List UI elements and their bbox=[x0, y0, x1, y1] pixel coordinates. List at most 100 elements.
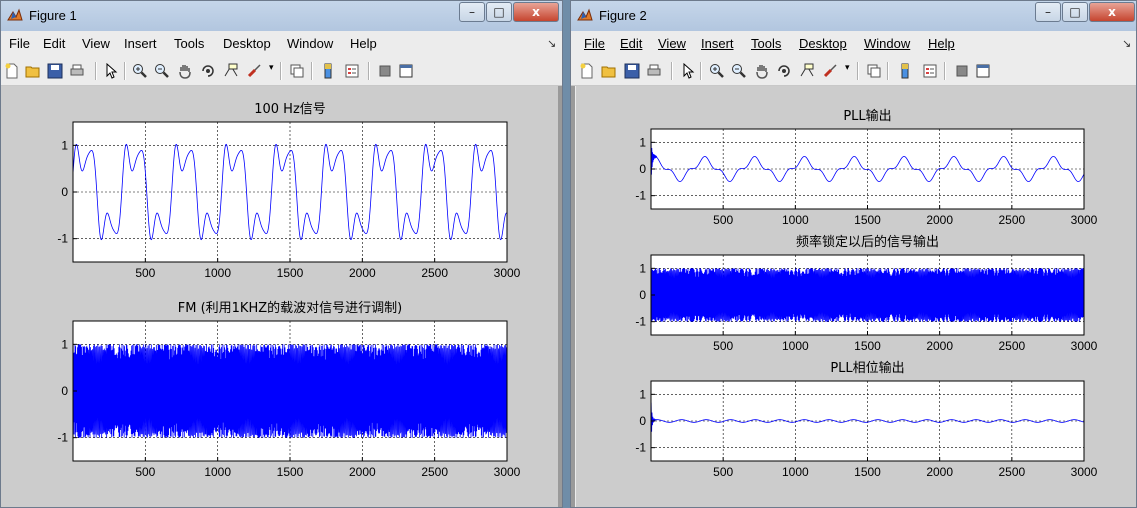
menu-view[interactable]: View bbox=[658, 36, 686, 51]
menu-window[interactable]: Window bbox=[287, 36, 333, 51]
zoom-out-icon[interactable] bbox=[154, 63, 170, 79]
x-tick-label: 2000 bbox=[926, 465, 953, 479]
plot-title: 频率锁定以后的信号输出 bbox=[796, 234, 939, 250]
link-plot-icon[interactable] bbox=[866, 63, 882, 79]
menu-edit[interactable]: Edit bbox=[43, 36, 65, 51]
y-tick-label: 0 bbox=[639, 414, 646, 428]
show-plot-tools-icon[interactable] bbox=[398, 63, 414, 79]
x-tick-label: 1500 bbox=[854, 465, 881, 479]
hide-plot-tools-icon[interactable] bbox=[954, 63, 970, 79]
x-tick-label: 2500 bbox=[998, 213, 1025, 227]
menu-desktop[interactable]: Desktop bbox=[223, 36, 271, 51]
y-tick-label: -1 bbox=[57, 431, 68, 445]
title-bar[interactable]: Figure 1 – □ x bbox=[1, 1, 562, 32]
x-tick-label: 2000 bbox=[926, 339, 953, 353]
new-figure-icon[interactable] bbox=[4, 63, 20, 79]
x-tick-label: 1000 bbox=[204, 465, 231, 479]
x-tick-label: 1000 bbox=[782, 213, 809, 227]
figure-2-window: Figure 2 – □ x File Edit View Insert Too… bbox=[570, 0, 1137, 508]
brush-icon[interactable] bbox=[822, 63, 838, 79]
close-button[interactable]: x bbox=[1089, 2, 1135, 22]
data-cursor-icon[interactable] bbox=[223, 63, 239, 79]
y-tick-label: -1 bbox=[57, 232, 68, 246]
brush-dropdown-icon[interactable]: ▾ bbox=[269, 63, 274, 73]
plot-title: FM (利用1KHZ的载波对信号进行调制) bbox=[178, 300, 402, 316]
x-tick-label: 1500 bbox=[854, 213, 881, 227]
minimize-button[interactable]: – bbox=[459, 2, 485, 22]
plot-title: PLL相位输出 bbox=[830, 360, 904, 376]
link-plot-icon[interactable] bbox=[289, 63, 305, 79]
figure-1-window: Figure 1 – □ x File Edit View Insert Too… bbox=[0, 0, 563, 508]
axes-1[interactable]: 500 1000 1500 2000 2500 3000 1 0 -1 100 Hz信号 bbox=[57, 102, 520, 280]
menu-tools[interactable]: Tools bbox=[174, 36, 204, 51]
menu-file[interactable]: File bbox=[584, 36, 605, 51]
select-arrow-icon[interactable] bbox=[103, 63, 119, 79]
menu-view[interactable]: View bbox=[82, 36, 110, 51]
brush-dropdown-icon[interactable]: ▾ bbox=[845, 63, 850, 73]
x-tick-label: 2500 bbox=[998, 339, 1025, 353]
y-tick-label: 0 bbox=[61, 185, 68, 199]
figure-toolbar: ▾ bbox=[571, 57, 1136, 86]
zoom-in-icon[interactable] bbox=[132, 63, 148, 79]
dock-arrow-icon[interactable]: ↘ bbox=[547, 37, 556, 50]
menu-help[interactable]: Help bbox=[928, 36, 955, 51]
hide-plot-tools-icon[interactable] bbox=[377, 63, 393, 79]
figure-canvas: 500 1000 1500 2000 2500 3000 1 0 -1 100 Hz信号 500 10… bbox=[1, 86, 558, 507]
toolbar-separator bbox=[857, 62, 859, 80]
x-tick-label: 2000 bbox=[349, 266, 376, 280]
axes-3[interactable]: 500 1000 1500 2000 2500 3000 1 0 -1 PLL相位输出 bbox=[635, 360, 1097, 479]
pan-hand-icon[interactable] bbox=[754, 63, 770, 79]
menu-desktop[interactable]: Desktop bbox=[799, 36, 847, 51]
print-icon[interactable] bbox=[69, 63, 85, 79]
zoom-out-icon[interactable] bbox=[731, 63, 747, 79]
zoom-in-icon[interactable] bbox=[709, 63, 725, 79]
y-tick-label: 0 bbox=[639, 288, 646, 302]
new-figure-icon[interactable] bbox=[579, 63, 595, 79]
y-tick-label: -1 bbox=[635, 441, 646, 455]
x-tick-label: 3000 bbox=[1071, 465, 1098, 479]
maximize-button[interactable]: □ bbox=[486, 2, 512, 22]
axes-2[interactable]: 500 1000 1500 2000 2500 3000 1 0 -1 频率锁定以后的信号输出 bbox=[635, 234, 1097, 353]
menu-window[interactable]: Window bbox=[864, 36, 910, 51]
open-file-icon[interactable] bbox=[25, 63, 41, 79]
toolbar-separator bbox=[280, 62, 282, 80]
brush-icon[interactable] bbox=[246, 63, 262, 79]
x-tick-label: 3000 bbox=[1071, 339, 1098, 353]
figure-canvas: 500 1000 1500 2000 2500 3000 1 0 -1 PLL输出 500 1000 1… bbox=[576, 86, 1136, 507]
menu-help[interactable]: Help bbox=[350, 36, 377, 51]
legend-icon[interactable] bbox=[344, 63, 360, 79]
x-tick-label: 500 bbox=[713, 339, 733, 353]
y-tick-label: 1 bbox=[639, 387, 646, 401]
close-button[interactable]: x bbox=[513, 2, 559, 22]
menu-tools[interactable]: Tools bbox=[751, 36, 781, 51]
title-bar[interactable]: Figure 2 – □ x bbox=[571, 1, 1136, 32]
save-icon[interactable] bbox=[624, 63, 640, 79]
toolbar-separator bbox=[887, 62, 889, 80]
axes-1[interactable]: 500 1000 1500 2000 2500 3000 1 0 -1 PLL输出 bbox=[635, 108, 1097, 227]
x-tick-label: 2500 bbox=[421, 266, 448, 280]
show-plot-tools-icon[interactable] bbox=[975, 63, 991, 79]
save-icon[interactable] bbox=[47, 63, 63, 79]
dock-arrow-icon[interactable]: ↘ bbox=[1122, 37, 1131, 50]
x-tick-label: 500 bbox=[135, 465, 155, 479]
menu-file[interactable]: File bbox=[9, 36, 30, 51]
axes-2[interactable]: 500 1000 1500 2000 2500 3000 1 0 -1 FM (利用1KHZ的载波… bbox=[57, 300, 520, 479]
menu-edit[interactable]: Edit bbox=[620, 36, 642, 51]
legend-icon[interactable] bbox=[922, 63, 938, 79]
pan-hand-icon[interactable] bbox=[177, 63, 193, 79]
select-arrow-icon[interactable] bbox=[680, 63, 696, 79]
rotate-3d-icon[interactable] bbox=[776, 63, 792, 79]
data-cursor-icon[interactable] bbox=[799, 63, 815, 79]
colorbar-icon[interactable] bbox=[897, 63, 913, 79]
print-icon[interactable] bbox=[646, 63, 662, 79]
open-file-icon[interactable] bbox=[601, 63, 617, 79]
x-tick-label: 500 bbox=[713, 213, 733, 227]
maximize-button[interactable]: □ bbox=[1062, 2, 1088, 22]
x-tick-label: 1500 bbox=[854, 339, 881, 353]
menu-insert[interactable]: Insert bbox=[124, 36, 157, 51]
rotate-3d-icon[interactable] bbox=[200, 63, 216, 79]
colorbar-icon[interactable] bbox=[320, 63, 336, 79]
minimize-button[interactable]: – bbox=[1035, 2, 1061, 22]
x-tick-label: 1000 bbox=[204, 266, 231, 280]
menu-insert[interactable]: Insert bbox=[701, 36, 734, 51]
